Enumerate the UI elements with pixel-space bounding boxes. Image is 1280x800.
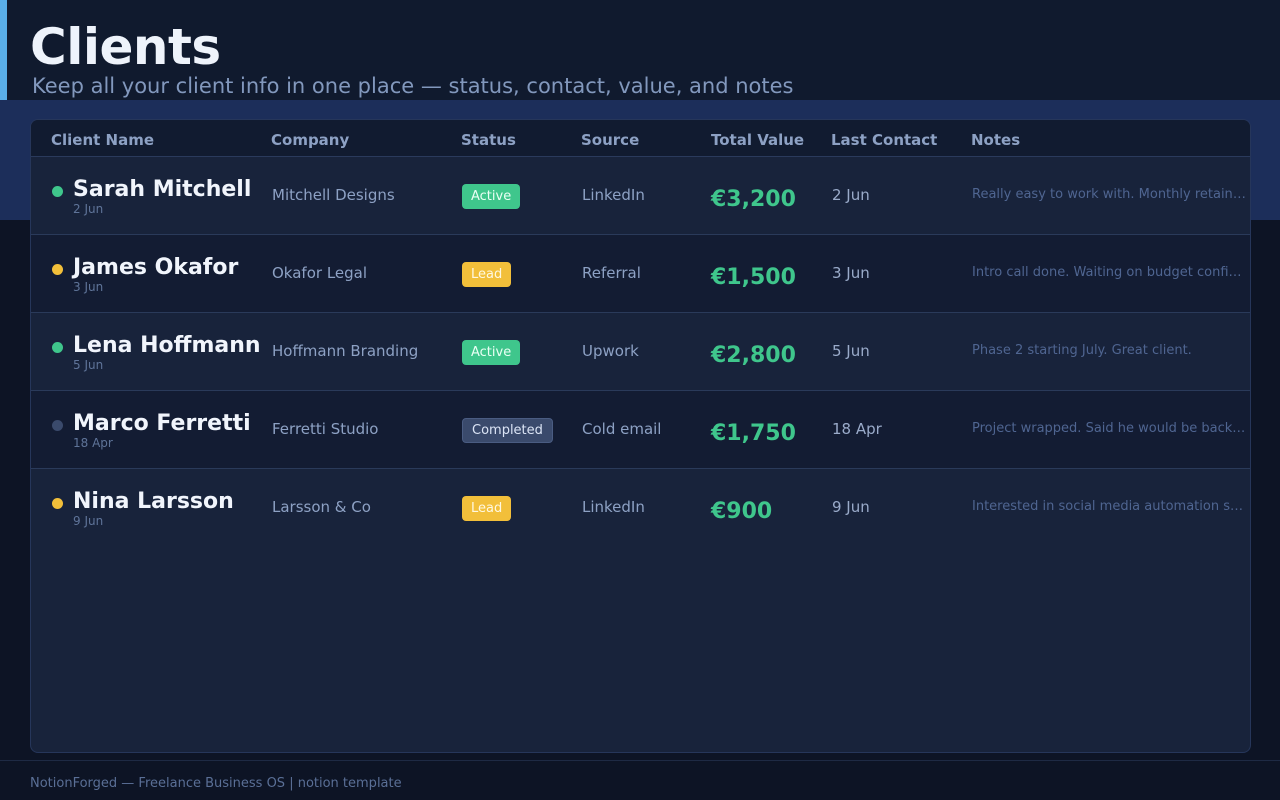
clients-page: Clients Keep all your client info in one… xyxy=(0,0,1280,800)
client-company: Mitchell Designs xyxy=(272,186,395,204)
header-accent-bar xyxy=(0,0,7,100)
table-row[interactable]: James Okafor 3 Jun Okafor Legal Lead Ref… xyxy=(31,235,1250,313)
client-last-contact: 3 Jun xyxy=(832,264,870,282)
client-notes: Intro call done. Waiting on budget confi… xyxy=(972,265,1246,280)
table-header: Client Name Company Status Source Total … xyxy=(31,120,1250,157)
table-row[interactable]: Lena Hoffmann 5 Jun Hoffmann Branding Ac… xyxy=(31,313,1250,391)
footer-text: NotionForged — Freelance Business OS | n… xyxy=(30,776,402,791)
client-company: Okafor Legal xyxy=(272,264,368,282)
status-badge[interactable]: Lead xyxy=(462,262,512,287)
client-total-value: €900 xyxy=(711,499,773,524)
client-source: LinkedIn xyxy=(582,498,645,516)
client-last-contact: 5 Jun xyxy=(832,342,870,360)
column-header-company[interactable]: Company xyxy=(271,131,349,149)
column-header-source[interactable]: Source xyxy=(581,131,639,149)
client-company: Larsson & Co xyxy=(272,498,371,516)
status-badge[interactable]: Active xyxy=(462,340,521,365)
status-dot xyxy=(52,498,63,509)
client-name[interactable]: Lena Hoffmann xyxy=(73,333,261,359)
status-dot xyxy=(52,186,63,197)
client-added-date: 5 Jun xyxy=(73,358,104,372)
client-added-date: 3 Jun xyxy=(73,280,104,294)
client-total-value: €3,200 xyxy=(711,187,796,212)
table-row[interactable]: Nina Larsson 9 Jun Larsson & Co Lead Lin… xyxy=(31,469,1250,547)
client-total-value: €1,750 xyxy=(711,421,796,446)
client-notes: Interested in social media automation se… xyxy=(972,499,1246,514)
status-badge[interactable]: Completed xyxy=(462,418,553,443)
page-title: Clients xyxy=(30,18,221,76)
client-added-date: 2 Jun xyxy=(73,202,104,216)
client-source: Cold email xyxy=(582,420,662,438)
column-header-client-name[interactable]: Client Name xyxy=(51,131,154,149)
status-badge[interactable]: Lead xyxy=(462,496,512,521)
column-header-notes[interactable]: Notes xyxy=(971,131,1020,149)
client-last-contact: 18 Apr xyxy=(832,420,882,438)
status-badge[interactable]: Active xyxy=(462,184,521,209)
client-total-value: €1,500 xyxy=(711,265,796,290)
page-footer: NotionForged — Freelance Business OS | n… xyxy=(0,760,1280,800)
client-name[interactable]: James Okafor xyxy=(73,255,238,281)
client-source: LinkedIn xyxy=(582,186,645,204)
clients-table: Client Name Company Status Source Total … xyxy=(30,119,1251,753)
table-row[interactable]: Marco Ferretti 18 Apr Ferretti Studio Co… xyxy=(31,391,1250,469)
column-header-status[interactable]: Status xyxy=(461,131,516,149)
page-subtitle: Keep all your client info in one place —… xyxy=(32,74,794,98)
status-dot xyxy=(52,420,63,431)
table-row[interactable]: Sarah Mitchell 2 Jun Mitchell Designs Ac… xyxy=(31,157,1250,235)
column-header-last-contact[interactable]: Last Contact xyxy=(831,131,937,149)
client-last-contact: 9 Jun xyxy=(832,498,870,516)
client-last-contact: 2 Jun xyxy=(832,186,870,204)
client-added-date: 18 Apr xyxy=(73,436,113,450)
client-notes: Phase 2 starting July. Great client. xyxy=(972,343,1192,358)
client-total-value: €2,800 xyxy=(711,343,796,368)
client-name[interactable]: Sarah Mitchell xyxy=(73,177,251,203)
client-added-date: 9 Jun xyxy=(73,514,104,528)
client-company: Hoffmann Branding xyxy=(272,342,419,360)
client-notes: Really easy to work with. Monthly retain… xyxy=(972,187,1246,202)
client-name[interactable]: Marco Ferretti xyxy=(73,411,251,437)
client-company: Ferretti Studio xyxy=(272,420,379,438)
client-name[interactable]: Nina Larsson xyxy=(73,489,234,515)
status-dot xyxy=(52,342,63,353)
client-source: Upwork xyxy=(582,342,639,360)
client-notes: Project wrapped. Said he would be back i… xyxy=(972,421,1246,436)
client-source: Referral xyxy=(582,264,641,282)
page-header: Clients Keep all your client info in one… xyxy=(0,0,1280,100)
column-header-total-value[interactable]: Total Value xyxy=(711,131,804,149)
status-dot xyxy=(52,264,63,275)
